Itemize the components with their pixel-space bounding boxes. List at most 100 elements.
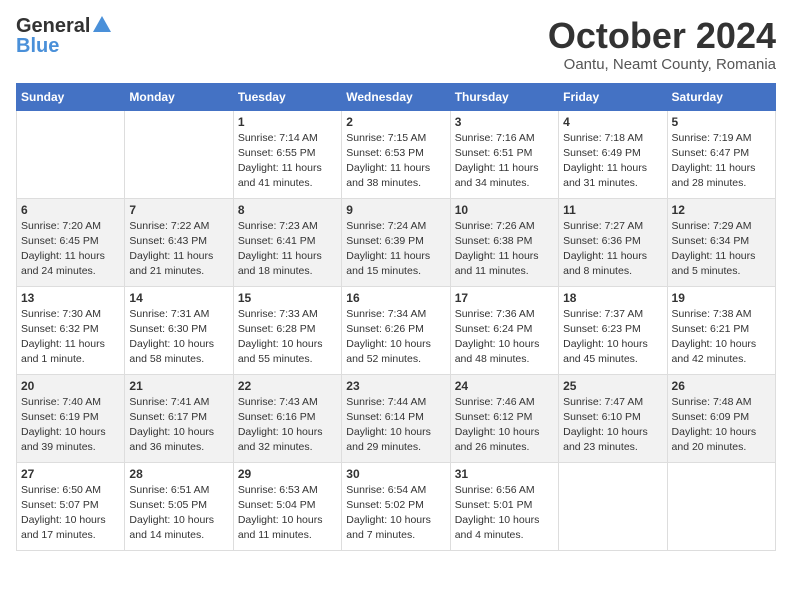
day-number: 31 [455, 467, 554, 481]
calendar-cell: 25 Sunrise: 7:47 AM Sunset: 6:10 PM Dayli… [559, 374, 667, 462]
title-block: October 2024 Oantu, Neamt County, Romani… [548, 16, 776, 73]
calendar-cell: 4 Sunrise: 7:18 AM Sunset: 6:49 PM Daylig… [559, 110, 667, 198]
day-info: Sunrise: 7:16 AM Sunset: 6:51 PM Dayligh… [455, 131, 554, 192]
day-info: Sunrise: 7:14 AM Sunset: 6:55 PM Dayligh… [238, 131, 337, 192]
day-number: 14 [129, 291, 228, 305]
weekday-header: Wednesday [342, 83, 450, 110]
day-info: Sunrise: 7:29 AM Sunset: 6:34 PM Dayligh… [672, 219, 771, 280]
calendar-cell [125, 110, 233, 198]
day-info: Sunrise: 7:44 AM Sunset: 6:14 PM Dayligh… [346, 395, 445, 456]
calendar-cell: 26 Sunrise: 7:48 AM Sunset: 6:09 PM Dayli… [667, 374, 775, 462]
weekday-header: Sunday [17, 83, 125, 110]
calendar-cell: 11Sunrise: 7:27 AM Sunset: 6:36 PM Dayli… [559, 198, 667, 286]
calendar-body: 1 Sunrise: 7:14 AM Sunset: 6:55 PM Daylig… [17, 110, 776, 550]
calendar-week-row: 6Sunrise: 7:20 AM Sunset: 6:45 PM Daylig… [17, 198, 776, 286]
calendar-cell: 7Sunrise: 7:22 AM Sunset: 6:43 PM Daylig… [125, 198, 233, 286]
day-number: 1 [238, 115, 337, 129]
day-number: 13 [21, 291, 120, 305]
calendar-cell: 23 Sunrise: 7:44 AM Sunset: 6:14 PM Dayli… [342, 374, 450, 462]
weekday-header: Friday [559, 83, 667, 110]
calendar-cell: 29Sunrise: 6:53 AM Sunset: 5:04 PM Dayli… [233, 462, 341, 550]
day-info: Sunrise: 7:26 AM Sunset: 6:38 PM Dayligh… [455, 219, 554, 280]
calendar-cell: 13 Sunrise: 7:30 AM Sunset: 6:32 PM Dayli… [17, 286, 125, 374]
day-number: 28 [129, 467, 228, 481]
calendar-cell: 21 Sunrise: 7:41 AM Sunset: 6:17 PM Dayli… [125, 374, 233, 462]
day-number: 5 [672, 115, 771, 129]
calendar-table: SundayMondayTuesdayWednesdayThursdayFrid… [16, 83, 776, 551]
weekday-header: Saturday [667, 83, 775, 110]
calendar-week-row: 27Sunrise: 6:50 AM Sunset: 5:07 PM Dayli… [17, 462, 776, 550]
calendar-cell: 14 Sunrise: 7:31 AM Sunset: 6:30 PM Dayli… [125, 286, 233, 374]
day-info: Sunrise: 7:48 AM Sunset: 6:09 PM Dayligh… [672, 395, 771, 456]
calendar-cell: 30Sunrise: 6:54 AM Sunset: 5:02 PM Dayli… [342, 462, 450, 550]
calendar-cell [559, 462, 667, 550]
day-info: Sunrise: 7:37 AM Sunset: 6:23 PM Dayligh… [563, 307, 662, 368]
weekday-header: Thursday [450, 83, 558, 110]
weekday-header-row: SundayMondayTuesdayWednesdayThursdayFrid… [17, 83, 776, 110]
day-info: Sunrise: 7:31 AM Sunset: 6:30 PM Dayligh… [129, 307, 228, 368]
day-number: 24 [455, 379, 554, 393]
day-info: Sunrise: 7:34 AM Sunset: 6:26 PM Dayligh… [346, 307, 445, 368]
day-info: Sunrise: 7:40 AM Sunset: 6:19 PM Dayligh… [21, 395, 120, 456]
day-info: Sunrise: 7:41 AM Sunset: 6:17 PM Dayligh… [129, 395, 228, 456]
calendar-cell: 24 Sunrise: 7:46 AM Sunset: 6:12 PM Dayli… [450, 374, 558, 462]
day-info: Sunrise: 6:56 AM Sunset: 5:01 PM Dayligh… [455, 483, 554, 544]
day-info: Sunrise: 7:47 AM Sunset: 6:10 PM Dayligh… [563, 395, 662, 456]
calendar-cell: 1 Sunrise: 7:14 AM Sunset: 6:55 PM Daylig… [233, 110, 341, 198]
calendar-cell: 19 Sunrise: 7:38 AM Sunset: 6:21 PM Dayli… [667, 286, 775, 374]
day-info: Sunrise: 7:33 AM Sunset: 6:28 PM Dayligh… [238, 307, 337, 368]
day-number: 26 [672, 379, 771, 393]
calendar-week-row: 1 Sunrise: 7:14 AM Sunset: 6:55 PM Daylig… [17, 110, 776, 198]
weekday-header: Monday [125, 83, 233, 110]
day-number: 30 [346, 467, 445, 481]
calendar-cell: 12 Sunrise: 7:29 AM Sunset: 6:34 PM Dayli… [667, 198, 775, 286]
calendar-cell: 6Sunrise: 7:20 AM Sunset: 6:45 PM Daylig… [17, 198, 125, 286]
day-info: Sunrise: 7:30 AM Sunset: 6:32 PM Dayligh… [21, 307, 120, 368]
calendar-cell: 16 Sunrise: 7:34 AM Sunset: 6:26 PM Dayli… [342, 286, 450, 374]
calendar-cell: 18Sunrise: 7:37 AM Sunset: 6:23 PM Dayli… [559, 286, 667, 374]
calendar-cell: 3Sunrise: 7:16 AM Sunset: 6:51 PM Daylig… [450, 110, 558, 198]
calendar-cell: 20Sunrise: 7:40 AM Sunset: 6:19 PM Dayli… [17, 374, 125, 462]
calendar-cell [667, 462, 775, 550]
day-number: 23 [346, 379, 445, 393]
day-number: 12 [672, 203, 771, 217]
day-info: Sunrise: 7:38 AM Sunset: 6:21 PM Dayligh… [672, 307, 771, 368]
calendar-week-row: 13 Sunrise: 7:30 AM Sunset: 6:32 PM Dayli… [17, 286, 776, 374]
day-info: Sunrise: 7:18 AM Sunset: 6:49 PM Dayligh… [563, 131, 662, 192]
day-number: 29 [238, 467, 337, 481]
day-info: Sunrise: 7:36 AM Sunset: 6:24 PM Dayligh… [455, 307, 554, 368]
logo-general-text: General [16, 16, 90, 36]
calendar-cell: 8Sunrise: 7:23 AM Sunset: 6:41 PM Daylig… [233, 198, 341, 286]
calendar-cell: 15 Sunrise: 7:33 AM Sunset: 6:28 PM Dayli… [233, 286, 341, 374]
day-number: 16 [346, 291, 445, 305]
day-number: 21 [129, 379, 228, 393]
day-info: Sunrise: 7:27 AM Sunset: 6:36 PM Dayligh… [563, 219, 662, 280]
day-info: Sunrise: 7:15 AM Sunset: 6:53 PM Dayligh… [346, 131, 445, 192]
calendar-cell: 28 Sunrise: 6:51 AM Sunset: 5:05 PM Dayli… [125, 462, 233, 550]
calendar-cell: 27Sunrise: 6:50 AM Sunset: 5:07 PM Dayli… [17, 462, 125, 550]
day-info: Sunrise: 6:51 AM Sunset: 5:05 PM Dayligh… [129, 483, 228, 544]
calendar-header: SundayMondayTuesdayWednesdayThursdayFrid… [17, 83, 776, 110]
day-number: 15 [238, 291, 337, 305]
day-number: 2 [346, 115, 445, 129]
calendar-cell: 17 Sunrise: 7:36 AM Sunset: 6:24 PM Dayli… [450, 286, 558, 374]
logo: General Blue [16, 16, 113, 56]
day-number: 17 [455, 291, 554, 305]
logo-icon [91, 14, 113, 36]
day-number: 9 [346, 203, 445, 217]
month-title: October 2024 [548, 16, 776, 56]
day-info: Sunrise: 6:50 AM Sunset: 5:07 PM Dayligh… [21, 483, 120, 544]
day-number: 19 [672, 291, 771, 305]
day-info: Sunrise: 7:46 AM Sunset: 6:12 PM Dayligh… [455, 395, 554, 456]
day-info: Sunrise: 7:43 AM Sunset: 6:16 PM Dayligh… [238, 395, 337, 456]
calendar-week-row: 20Sunrise: 7:40 AM Sunset: 6:19 PM Dayli… [17, 374, 776, 462]
calendar-cell [17, 110, 125, 198]
day-info: Sunrise: 7:22 AM Sunset: 6:43 PM Dayligh… [129, 219, 228, 280]
day-info: Sunrise: 7:20 AM Sunset: 6:45 PM Dayligh… [21, 219, 120, 280]
day-number: 4 [563, 115, 662, 129]
calendar-cell: 10 Sunrise: 7:26 AM Sunset: 6:38 PM Dayli… [450, 198, 558, 286]
calendar-cell: 2 Sunrise: 7:15 AM Sunset: 6:53 PM Daylig… [342, 110, 450, 198]
day-number: 10 [455, 203, 554, 217]
day-info: Sunrise: 7:24 AM Sunset: 6:39 PM Dayligh… [346, 219, 445, 280]
day-number: 25 [563, 379, 662, 393]
